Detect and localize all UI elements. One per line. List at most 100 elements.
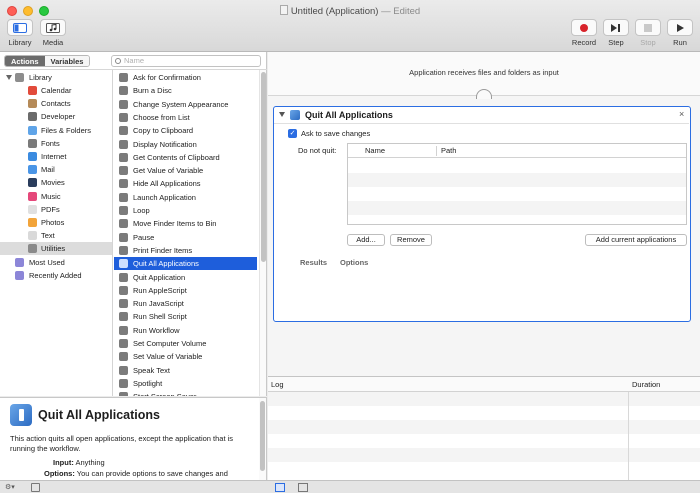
do-not-quit-table[interactable]: Name Path xyxy=(347,143,687,225)
music-icon xyxy=(28,191,37,201)
sidebar-item-internet[interactable]: Internet xyxy=(0,150,112,163)
list-item-label: Start Screen Saver xyxy=(133,390,196,396)
disclosure-triangle-icon[interactable] xyxy=(6,75,12,80)
column-view-icon[interactable] xyxy=(298,483,308,492)
list-item[interactable]: Quit All Applications xyxy=(114,257,257,271)
list-item[interactable]: Spotlight xyxy=(114,377,257,390)
input-row: Input: Anything xyxy=(53,458,105,467)
sidebar-item-photos[interactable]: Photos xyxy=(0,216,112,229)
list-item-label: Quit Application xyxy=(133,272,186,282)
list-item[interactable]: Ask for Confirmation xyxy=(114,71,257,84)
list-item[interactable]: Launch Application xyxy=(114,191,257,204)
tab-results[interactable]: Results xyxy=(300,258,327,267)
list-item[interactable]: Run AppleScript xyxy=(114,284,257,297)
gear-icon[interactable]: ⚙▾ xyxy=(5,483,15,492)
library-button[interactable]: Library xyxy=(5,19,35,47)
sidebar-item-most-used[interactable]: Most Used xyxy=(0,256,112,269)
scroll-thumb[interactable] xyxy=(260,401,265,471)
step-button[interactable]: Step xyxy=(601,19,631,47)
list-item-label: Copy to Clipboard xyxy=(133,126,194,136)
list-item[interactable]: Quit Application xyxy=(114,271,257,284)
action-list-scrollbar[interactable] xyxy=(259,70,266,396)
sidebar-item-utilities[interactable]: Utilities xyxy=(0,242,112,256)
list-item[interactable]: Burn a Disc xyxy=(114,84,257,97)
list-item[interactable]: Get Value of Variable xyxy=(114,164,257,177)
search-field[interactable]: Name xyxy=(111,55,261,67)
table-row[interactable] xyxy=(348,159,686,173)
table-row[interactable] xyxy=(348,173,686,187)
tab-actions[interactable]: Actions xyxy=(5,56,45,66)
sidebar-item-recently-added[interactable]: Recently Added xyxy=(0,269,112,282)
list-item[interactable]: Print Finder Items xyxy=(114,244,257,257)
list-item-label: Burn a Disc xyxy=(133,86,172,96)
list-item[interactable]: Run Shell Script xyxy=(114,310,257,323)
sidebar-item-developer[interactable]: Developer xyxy=(0,110,112,123)
collapse-triangle-icon[interactable] xyxy=(279,112,285,117)
column-header-name[interactable]: Name xyxy=(365,144,385,158)
list-item[interactable]: Run JavaScript xyxy=(114,297,257,310)
sidebar-item-files-folders[interactable]: Files & Folders xyxy=(0,124,112,137)
stop-button[interactable]: Stop xyxy=(633,19,663,47)
list-item[interactable]: Copy to Clipboard xyxy=(114,124,257,137)
pdf-icon xyxy=(28,204,37,214)
media-button[interactable]: Media xyxy=(38,19,68,47)
action-list: Ask for Confirmation Burn a Disc Change Sy… xyxy=(114,70,259,396)
table-row[interactable] xyxy=(348,187,686,201)
stop-icon xyxy=(635,19,661,36)
add-current-applications-button[interactable]: Add current applications xyxy=(585,234,687,246)
ask-to-save-label: Ask to save changes xyxy=(301,129,371,138)
list-view-icon[interactable] xyxy=(275,483,285,492)
add-button[interactable]: Add... xyxy=(347,234,385,246)
quit-all-applications-icon xyxy=(290,110,300,120)
table-row[interactable] xyxy=(348,201,686,215)
column-header-path[interactable]: Path xyxy=(441,144,456,158)
sidebar-item-text[interactable]: Text xyxy=(0,229,112,242)
action-icon xyxy=(119,112,128,122)
sidebar-item-fonts[interactable]: Fonts xyxy=(0,137,112,150)
list-item[interactable]: Loop xyxy=(114,204,257,217)
list-item[interactable]: Move Finder Items to Bin xyxy=(114,217,257,230)
list-item[interactable]: Display Notification xyxy=(114,138,257,151)
list-item[interactable]: Set Value of Variable xyxy=(114,350,257,363)
tab-options[interactable]: Options xyxy=(340,258,368,267)
list-item[interactable]: Speak Text xyxy=(114,364,257,377)
list-item[interactable]: Choose from List xyxy=(114,111,257,124)
list-item[interactable]: Get Contents of Clipboard xyxy=(114,151,257,164)
action-card[interactable]: Quit All Applications × ✓ Ask to save ch… xyxy=(273,106,691,322)
list-item[interactable]: Pause xyxy=(114,231,257,244)
show-description-icon[interactable] xyxy=(31,483,40,492)
list-item[interactable]: Run Workflow xyxy=(114,324,257,337)
log-row xyxy=(268,434,700,448)
sidebar-item-label: Mail xyxy=(41,165,55,175)
sidebar-item-music[interactable]: Music xyxy=(0,190,112,203)
sidebar-item-mail[interactable]: Mail xyxy=(0,163,112,176)
sidebar-item-pdfs[interactable]: PDFs xyxy=(0,203,112,216)
library-icon xyxy=(15,73,24,82)
action-icon xyxy=(119,365,128,375)
tab-variables[interactable]: Variables xyxy=(44,56,90,66)
list-item[interactable]: Set Computer Volume xyxy=(114,337,257,350)
quit-all-applications-icon xyxy=(10,404,32,426)
description-scrollbar[interactable] xyxy=(259,398,266,480)
record-button[interactable]: Record xyxy=(568,19,600,47)
list-item-label: Speak Text xyxy=(133,365,170,375)
action-icon xyxy=(119,206,128,215)
remove-button[interactable]: Remove xyxy=(390,234,432,246)
list-item[interactable]: Hide All Applications xyxy=(114,177,257,190)
library-root-item[interactable]: Library xyxy=(0,71,112,84)
sidebar-item-calendar[interactable]: Calendar xyxy=(0,84,112,97)
action-icon xyxy=(119,339,128,348)
column-header-duration[interactable]: Duration xyxy=(632,377,660,392)
list-item[interactable]: Start Screen Saver xyxy=(114,390,257,396)
scroll-thumb[interactable] xyxy=(261,72,266,262)
column-header-log[interactable]: Log xyxy=(271,377,284,392)
run-button[interactable]: Run xyxy=(665,19,695,47)
log-header: Log Duration xyxy=(268,377,700,392)
sidebar-item-contacts[interactable]: Contacts xyxy=(0,97,112,110)
list-item[interactable]: Change System Appearance xyxy=(114,98,257,111)
action-icon xyxy=(119,126,128,136)
ask-to-save-checkbox[interactable]: ✓ xyxy=(288,129,297,138)
close-icon[interactable]: × xyxy=(679,109,684,119)
library-segmented-control: Actions Variables xyxy=(4,55,91,67)
sidebar-item-movies[interactable]: Movies xyxy=(0,176,112,189)
